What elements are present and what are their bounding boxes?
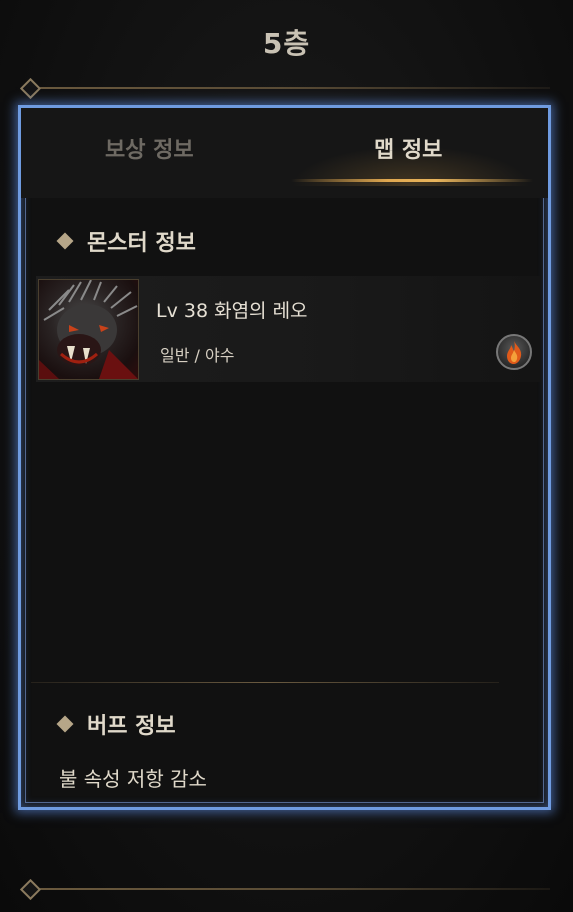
fire-element-icon[interactable]	[496, 334, 532, 370]
tab-active-underline	[291, 179, 533, 182]
buff-section-header: 버프 정보	[55, 708, 176, 740]
bottom-divider	[30, 888, 550, 890]
diamond-bullet-icon	[56, 232, 74, 250]
info-panel: 보상 정보 맵 정보 몬스터 정보 Lv 38 화염의 레오 일반 / 야수 버…	[18, 105, 551, 810]
monster-name: Lv 38 화염의 레오	[156, 300, 308, 322]
monster-row[interactable]: Lv 38 화염의 레오 일반 / 야수	[36, 276, 541, 382]
werewolf-portrait-icon	[38, 279, 139, 380]
buff-item: 불 속성 저항 감소	[59, 767, 207, 791]
monster-section-title: 몬스터 정보	[87, 231, 196, 256]
top-divider-diamond	[19, 77, 42, 100]
section-separator	[31, 682, 499, 683]
diamond-bullet-icon	[56, 715, 74, 733]
tab-bar: 보상 정보 맵 정보	[21, 108, 548, 198]
tab-reward-info[interactable]: 보상 정보	[105, 132, 194, 164]
floor-title: 5층	[262, 27, 311, 60]
buff-section-title: 버프 정보	[87, 714, 176, 739]
tab-map-info[interactable]: 맵 정보	[374, 132, 442, 164]
top-divider	[30, 87, 550, 89]
monster-section-header: 몬스터 정보	[55, 225, 196, 257]
panel-inner-border	[25, 112, 544, 803]
monster-type: 일반 / 야수	[160, 346, 235, 365]
bottom-divider-diamond	[19, 878, 42, 901]
